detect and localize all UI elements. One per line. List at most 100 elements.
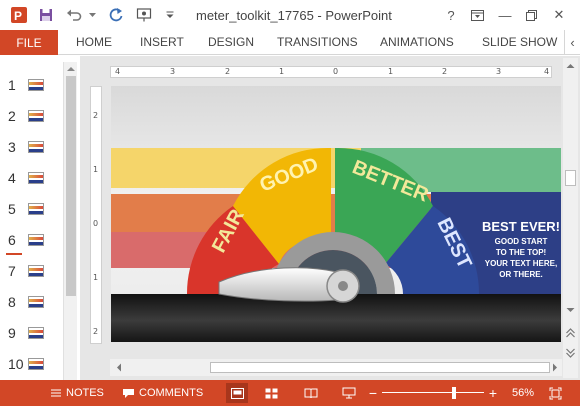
insertion-marker: [6, 253, 22, 255]
thumbnail-slide-4[interactable]: 4: [0, 168, 62, 192]
ruler-tick-label: 0: [93, 219, 99, 228]
thumbnail-slide-7[interactable]: 7: [0, 261, 62, 285]
slide-show-icon: [342, 387, 356, 399]
callout-headline: BEST EVER!: [482, 219, 560, 234]
powerpoint-window: P meter_toolkit_17765 - PowerPoint ? — ✕: [0, 0, 580, 406]
help-button[interactable]: ?: [440, 4, 462, 26]
slide-number: 6: [8, 232, 16, 248]
close-button[interactable]: ✕: [548, 4, 570, 26]
ribbon-scroll-button[interactable]: ‹: [564, 30, 580, 55]
slide-thumbnail-image: [28, 141, 44, 153]
slide-thumbnail-panel: 1 2 3 4 5 6 7 8 9 10: [0, 56, 79, 380]
slide-thumbnail-image: [28, 79, 44, 91]
thumbnail-slide-10[interactable]: 10: [0, 354, 62, 378]
horizontal-scroll-thumb[interactable]: [210, 362, 550, 373]
comments-button[interactable]: COMMENTS: [122, 380, 203, 406]
thumbnail-slide-5[interactable]: 5: [0, 199, 62, 223]
thumbnail-scroll-thumb[interactable]: [66, 76, 76, 296]
slide-sorter-view-button[interactable]: [260, 383, 282, 403]
tab-file[interactable]: FILE: [0, 30, 58, 55]
horizontal-ruler[interactable]: 4 3 2 1 0 1 2 3 4: [110, 66, 552, 78]
ruler-tick-label: 2: [93, 111, 99, 120]
thumbnail-slide-8[interactable]: 8: [0, 292, 62, 316]
meter-graphic: FAIR GOOD BETTER BEST BEST EVER! GOOD ST…: [111, 86, 561, 342]
slide-editor: 4 3 2 1 0 1 2 3 4 2 1 0 1 2 FAIR GOOD BE…: [80, 56, 580, 380]
vertical-ruler[interactable]: 2 1 0 1 2: [90, 86, 102, 344]
tab-design[interactable]: DESIGN: [208, 35, 254, 49]
thumbnail-slide-9[interactable]: 9: [0, 323, 62, 347]
slide-thumbnail-image: [28, 110, 44, 122]
normal-view-button[interactable]: [226, 383, 248, 403]
zoom-in-icon[interactable]: +: [488, 380, 498, 406]
scroll-down-icon: [566, 308, 575, 312]
svg-text:P: P: [14, 9, 22, 23]
zoom-level[interactable]: 56%: [512, 380, 534, 406]
redo-icon[interactable]: [106, 0, 126, 30]
thumbnail-scrollbar[interactable]: [63, 62, 77, 380]
slide-number: 4: [8, 170, 16, 186]
undo-dropdown-icon[interactable]: [86, 0, 98, 30]
scroll-left-icon: [117, 363, 121, 372]
fit-slide-button[interactable]: [544, 383, 566, 403]
slide-sorter-icon: [265, 388, 277, 398]
restore-button[interactable]: [520, 4, 542, 26]
thumbnail-slide-1[interactable]: 1: [0, 75, 62, 99]
vertical-scroll-thumb[interactable]: [565, 170, 576, 186]
present-from-start-icon[interactable]: [134, 0, 154, 30]
zoom-slider[interactable]: [382, 392, 484, 393]
fit-to-window-icon: [549, 387, 561, 399]
slide-number: 8: [8, 294, 16, 310]
reading-view-icon: [304, 388, 318, 398]
notes-button[interactable]: NOTES: [50, 380, 104, 406]
ruler-tick-label: 4: [544, 67, 550, 76]
ribbon-tabs: FILE HOME INSERT DESIGN TRANSITIONS ANIM…: [0, 30, 580, 55]
slide-thumbnail-image: [28, 358, 44, 370]
ruler-tick-label: 1: [93, 273, 99, 282]
ruler-tick-label: 3: [170, 67, 176, 76]
tab-insert[interactable]: INSERT: [140, 35, 184, 49]
slide-thumbnail-image: [28, 172, 44, 184]
slide-number: 3: [8, 139, 16, 155]
tab-transitions[interactable]: TRANSITIONS: [277, 35, 358, 49]
powerpoint-logo-icon[interactable]: P: [8, 0, 30, 30]
customize-toolbar-icon[interactable]: [164, 0, 176, 30]
save-icon[interactable]: [36, 0, 56, 30]
slide-number: 1: [8, 77, 16, 93]
ribbon-display-options-button[interactable]: [466, 4, 488, 26]
callout-line: TO THE TOP!: [496, 248, 546, 257]
callout-line: OR THERE.: [499, 270, 543, 279]
tab-home[interactable]: HOME: [76, 35, 112, 49]
minimize-button[interactable]: —: [494, 4, 516, 26]
slide-thumbnail-image: [28, 296, 44, 308]
thumbnail-slide-6[interactable]: 6: [0, 230, 62, 254]
slide-thumbnail-image: [28, 265, 44, 277]
tab-slide-show[interactable]: SLIDE SHOW: [482, 35, 557, 49]
ruler-tick-label: 1: [279, 67, 285, 76]
ruler-tick-label: 2: [442, 67, 448, 76]
comment-icon: [123, 388, 134, 398]
normal-view-icon: [230, 387, 244, 399]
tab-animations[interactable]: ANIMATIONS: [380, 35, 454, 49]
restore-icon: [525, 9, 537, 21]
needle-pin: [338, 281, 348, 291]
ribbon-display-icon: [470, 9, 484, 21]
editor-vertical-scrollbar[interactable]: [563, 58, 578, 378]
slide-show-view-button[interactable]: [338, 383, 360, 403]
slide-number: 10: [8, 356, 24, 372]
slide-number: 5: [8, 201, 16, 217]
ruler-tick-label: 4: [115, 67, 121, 76]
zoom-slider-thumb[interactable]: [452, 387, 456, 399]
thumbnail-slide-3[interactable]: 3: [0, 137, 62, 161]
window-title: meter_toolkit_17765 - PowerPoint: [196, 8, 392, 23]
editor-horizontal-scrollbar[interactable]: [110, 359, 562, 376]
undo-icon[interactable]: [64, 0, 84, 30]
next-slide-icon: [566, 348, 575, 358]
slide-thumbnail-image: [28, 203, 44, 215]
callout-line: YOUR TEXT HERE,: [485, 259, 557, 268]
thumbnail-slide-2[interactable]: 2: [0, 106, 62, 130]
callout-line: GOOD START: [495, 237, 548, 246]
reading-view-button[interactable]: [300, 383, 322, 403]
ruler-tick-label: 1: [388, 67, 394, 76]
zoom-out-icon[interactable]: −: [368, 380, 378, 406]
slide-canvas[interactable]: FAIR GOOD BETTER BEST BEST EVER! GOOD ST…: [111, 86, 561, 342]
